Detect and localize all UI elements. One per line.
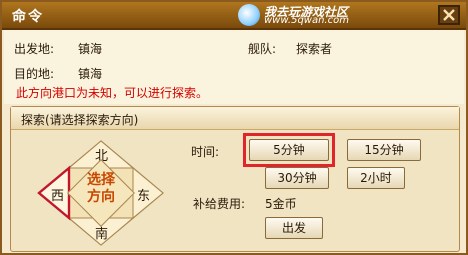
title-bar: 命令 我去玩游戏社区 www.5qwan.com: [2, 2, 466, 30]
direction-west-button[interactable]: 西: [51, 185, 64, 204]
explore-notice: 此方向港口为未知，可以进行探索。: [16, 86, 209, 100]
close-button[interactable]: [438, 5, 460, 25]
fleet-value: 探索者: [296, 42, 333, 56]
explore-panel-header: 探索(请选择探索方向): [11, 107, 459, 130]
direction-compass: 北 南 东 西 选择 方向: [37, 139, 167, 247]
explore-panel-title: 探索(请选择探索方向): [21, 113, 139, 127]
direction-east-button[interactable]: 东: [137, 185, 150, 204]
time-option-5min[interactable]: 5分钟: [249, 139, 329, 161]
site-watermark: 我去玩游戏社区 www.5qwan.com: [238, 3, 428, 27]
time-option-2h[interactable]: 2小时: [347, 167, 405, 189]
route-info: 出发地: 镇海 舰队: 探索者 目的地: 镇海 此方向港口为未知，可以进行探索。: [4, 30, 464, 104]
globe-logo-icon: [238, 4, 260, 26]
departure-label: 出发地:: [14, 42, 55, 56]
command-dialog: 命令 我去玩游戏社区 www.5qwan.com 出发地: 镇海 舰队: 探索者…: [0, 0, 468, 255]
explore-panel: 探索(请选择探索方向) 北 南 东 西 选择 方向 时间: 5分钟 15分钟 3…: [10, 106, 460, 252]
choose-direction-line2: 方向: [87, 189, 115, 205]
destination-value: 镇海: [78, 67, 103, 81]
time-option-30min[interactable]: 30分钟: [265, 167, 329, 189]
watermark-url: www.5qwan.com: [264, 15, 349, 26]
departure-value: 镇海: [78, 42, 103, 56]
depart-button[interactable]: 出发: [265, 217, 323, 239]
supply-cost-value: 5金币: [265, 197, 297, 211]
destination-label: 目的地:: [14, 67, 55, 81]
fleet-label: 舰队:: [248, 42, 277, 56]
choose-direction-label: 选择 方向: [77, 172, 125, 206]
dialog-title: 命令: [12, 9, 44, 25]
time-label: 时间:: [191, 145, 220, 159]
supply-cost-label: 补给费用:: [193, 197, 246, 211]
choose-direction-line1: 选择: [87, 172, 115, 188]
close-x-icon: [443, 9, 455, 21]
time-option-15min[interactable]: 15分钟: [347, 139, 421, 161]
